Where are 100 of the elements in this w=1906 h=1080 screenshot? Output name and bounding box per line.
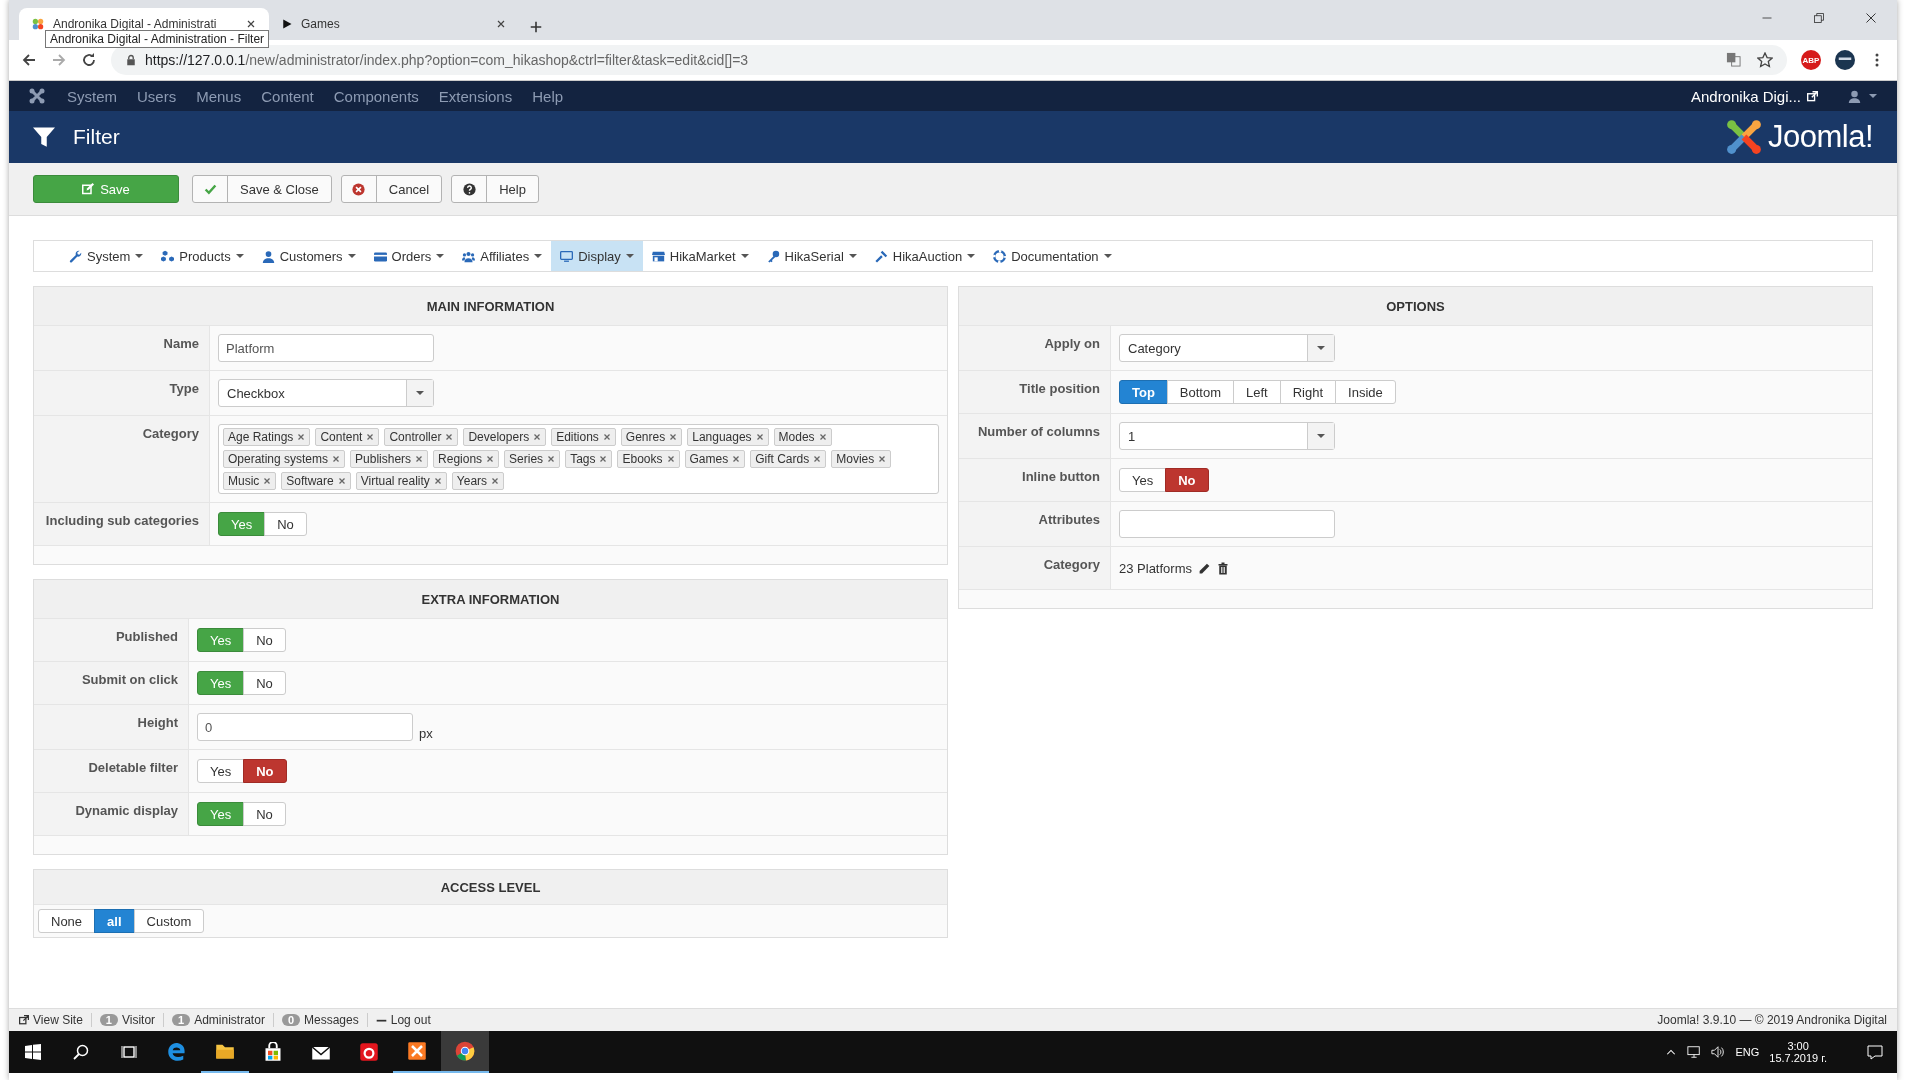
submenu-tab[interactable]: System: [60, 241, 153, 271]
text-field[interactable]: 0: [197, 713, 413, 741]
remove-icon: [415, 455, 424, 463]
category-tag[interactable]: Content: [315, 428, 380, 446]
field-label: Number of columns: [959, 414, 1111, 458]
text-field[interactable]: [1119, 510, 1335, 538]
toggle-option[interactable]: No: [243, 802, 286, 826]
gavel-icon: [874, 249, 888, 263]
panel-title: ACCESS LEVEL: [34, 870, 947, 905]
category-tag[interactable]: Virtual reality: [355, 472, 447, 490]
star-icon: [1757, 52, 1773, 68]
wrench-icon: [69, 249, 82, 263]
submenu-tab[interactable]: HikaAuction: [865, 241, 985, 271]
status-link[interactable]: 1 Visitor: [99, 1013, 156, 1027]
menu-item[interactable]: System: [57, 87, 127, 105]
remove-icon: [602, 433, 611, 441]
category-tag[interactable]: Publishers: [350, 450, 429, 468]
toggle-option[interactable]: Left: [1233, 380, 1281, 404]
category-tag[interactable]: Tags: [565, 450, 613, 468]
menu-item[interactable]: Menus: [186, 87, 252, 105]
select-field[interactable]: Category: [1119, 334, 1335, 362]
category-tag[interactable]: Languages: [687, 428, 769, 446]
category-tag[interactable]: Regions: [433, 450, 500, 468]
select-field[interactable]: Checkbox: [218, 379, 434, 407]
category-tag[interactable]: Ebooks: [617, 450, 680, 468]
category-tag[interactable]: Movies: [831, 450, 892, 468]
site-link[interactable]: Andronika Digi...: [1690, 87, 1801, 105]
submenu-tab[interactable]: Orders: [364, 241, 454, 271]
shopping-bag-icon: [263, 1042, 283, 1062]
toolbar-button[interactable]: Help: [451, 175, 539, 203]
category-tag[interactable]: Modes: [773, 428, 832, 446]
category-tag[interactable]: Editions: [551, 428, 616, 446]
category-tag[interactable]: Music: [223, 472, 277, 490]
status-link[interactable]: 1 Administrator: [172, 1013, 265, 1027]
trash-icon: [1217, 561, 1229, 575]
toggle-option[interactable]: Yes: [197, 759, 245, 783]
toggle-option[interactable]: No: [243, 759, 287, 783]
select-field[interactable]: 1: [1119, 422, 1335, 450]
remove-icon: [297, 433, 306, 441]
chrome-icon: [455, 1041, 475, 1061]
toggle-option[interactable]: No: [1165, 468, 1209, 492]
category-tag[interactable]: Software: [281, 472, 351, 490]
text-field[interactable]: Platform: [218, 334, 434, 362]
submenu-tab[interactable]: Affiliates: [453, 241, 552, 271]
category-tag[interactable]: Controller: [384, 428, 459, 446]
category-tag[interactable]: Operating systems: [223, 450, 346, 468]
toggle-option[interactable]: Yes: [1119, 468, 1167, 492]
toggle-option[interactable]: No: [243, 628, 286, 652]
field-label: Deletable filter: [34, 750, 189, 792]
remove-icon: [669, 433, 678, 441]
field-label: Category: [34, 416, 210, 502]
status-link[interactable]: Log out: [375, 1013, 431, 1027]
browser-icon: [167, 1042, 187, 1062]
external-link-icon: [19, 1015, 29, 1025]
toggle-option[interactable]: Inside: [1335, 380, 1396, 404]
field-label: Type: [34, 371, 210, 415]
remove-icon: [666, 455, 675, 463]
submenu-tab[interactable]: Products: [152, 241, 253, 271]
submenu-tab[interactable]: Customers: [252, 241, 365, 271]
language-indicator[interactable]: ENG: [1735, 1046, 1760, 1058]
remove-icon: [491, 477, 500, 485]
category-tag[interactable]: Gift Cards: [750, 450, 827, 468]
status-link[interactable]: View Site: [19, 1013, 83, 1027]
submenu-tab[interactable]: Display: [551, 241, 643, 271]
submenu-tab[interactable]: Documentation: [984, 241, 1121, 271]
category-tag[interactable]: Developers: [463, 428, 547, 446]
address-bar[interactable]: https://127.0.0.1/new/administrator/index.php?option=com_hikashop&ctrl=filter&task=edit&cid[]=3: [111, 45, 1787, 75]
toggle-option[interactable]: Custom: [133, 909, 205, 933]
category-tag[interactable]: Genres: [620, 428, 683, 446]
menu-item[interactable]: Help: [522, 87, 574, 105]
remove-icon: [263, 477, 272, 485]
remove-icon: [433, 477, 442, 485]
toggle-option[interactable]: Top: [1119, 380, 1168, 404]
menu-item[interactable]: Content: [251, 87, 324, 105]
toggle-option[interactable]: Right: [1279, 380, 1337, 404]
category-tag[interactable]: Series: [504, 450, 561, 468]
menu-item[interactable]: Users: [127, 87, 187, 105]
field-label: Published: [34, 619, 189, 661]
toolbar-button[interactable]: Cancel: [340, 175, 443, 203]
submenu-tab[interactable]: HikaSerial: [757, 241, 866, 271]
toolbar-button[interactable]: Save & Close: [192, 175, 332, 203]
browser-tab[interactable]: Games: [269, 8, 519, 40]
category-tag[interactable]: Years: [451, 472, 505, 490]
extension-badge[interactable]: ABP: [1801, 50, 1821, 70]
submenu-tab[interactable]: HikaMarket: [642, 241, 758, 271]
panel-title: EXTRA INFORMATION: [34, 580, 947, 619]
field-label: Title position: [959, 371, 1111, 413]
toggle-option[interactable]: all: [94, 909, 135, 933]
toggle-option[interactable]: Bottom: [1166, 380, 1235, 404]
status-link[interactable]: 0 Messages: [281, 1013, 359, 1027]
menu-item[interactable]: Extensions: [428, 87, 523, 105]
menu-item[interactable]: Components: [323, 87, 429, 105]
app-icon: [407, 1041, 427, 1061]
category-tag[interactable]: Games: [684, 450, 746, 468]
monitor-icon: [560, 249, 574, 263]
toggle-option[interactable]: None: [38, 909, 96, 933]
toggle-option[interactable]: No: [264, 512, 307, 536]
notifications-icon: [1867, 1044, 1883, 1060]
toggle-option[interactable]: No: [243, 671, 286, 695]
category-tag[interactable]: Age Ratings: [223, 428, 311, 446]
